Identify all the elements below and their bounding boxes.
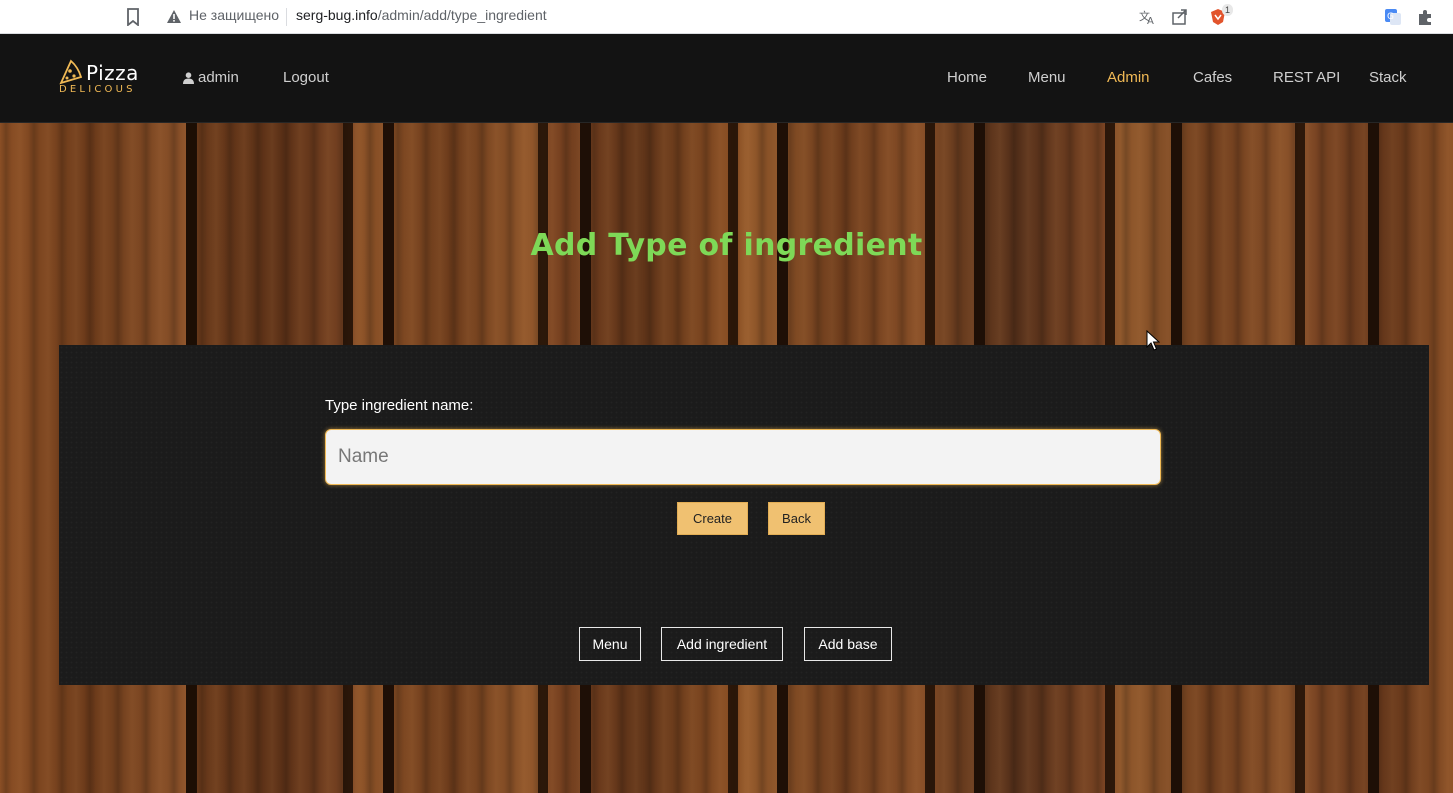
- url-divider: [286, 8, 287, 26]
- create-button[interactable]: Create: [677, 502, 748, 535]
- back-button[interactable]: Back: [768, 502, 825, 535]
- add-ingredient-button[interactable]: Add ingredient: [661, 627, 783, 661]
- site-logo[interactable]: Pizza DELICOUS: [58, 59, 148, 99]
- bookmark-icon[interactable]: [126, 8, 140, 26]
- logout-link[interactable]: Logout: [283, 69, 329, 86]
- url-path: /admin/add/type_ingredient: [377, 7, 547, 23]
- nav-menu[interactable]: Menu: [1028, 69, 1066, 86]
- warning-icon[interactable]: [166, 9, 182, 24]
- menu-button[interactable]: Menu: [579, 627, 641, 661]
- page-title: Add Type of ingredient: [530, 228, 923, 263]
- nav-home[interactable]: Home: [947, 69, 987, 86]
- logo-title: Pizza: [86, 61, 139, 85]
- form-panel: Type ingredient name: Create Back Menu A…: [59, 345, 1429, 685]
- type-ingredient-name-input[interactable]: [325, 429, 1161, 485]
- extensions-icon[interactable]: [1415, 7, 1435, 27]
- google-translate-icon[interactable]: G: [1383, 7, 1403, 27]
- user-icon: [183, 71, 194, 84]
- nav-admin[interactable]: Admin: [1107, 69, 1150, 86]
- logo-subtitle: DELICOUS: [59, 84, 136, 95]
- type-ingredient-label: Type ingredient name:: [325, 397, 474, 414]
- svg-text:A: A: [1147, 16, 1154, 27]
- shield-count-badge: 1: [1222, 4, 1234, 16]
- translate-icon[interactable]: 文 A: [1137, 7, 1157, 27]
- user-name: admin: [198, 69, 239, 86]
- add-base-button[interactable]: Add base: [804, 627, 892, 661]
- pizza-slice-icon: [59, 59, 83, 85]
- nav-stack[interactable]: Stack: [1369, 69, 1407, 86]
- user-link[interactable]: admin: [183, 69, 239, 86]
- share-icon[interactable]: [1170, 7, 1190, 27]
- nav-cafes[interactable]: Cafes: [1193, 69, 1232, 86]
- site-header: Pizza DELICOUS admin Logout Home Menu Ad…: [0, 34, 1453, 123]
- mouse-cursor-icon: [1146, 330, 1160, 351]
- url-host: serg-bug.info: [296, 7, 378, 23]
- svg-text:G: G: [1387, 12, 1394, 22]
- nav-rest-api[interactable]: REST API: [1273, 69, 1340, 86]
- browser-toolbar: Не защищено serg-bug.info/admin/add/type…: [0, 0, 1453, 34]
- address-bar[interactable]: serg-bug.info/admin/add/type_ingredient: [296, 7, 547, 23]
- security-label[interactable]: Не защищено: [189, 7, 279, 23]
